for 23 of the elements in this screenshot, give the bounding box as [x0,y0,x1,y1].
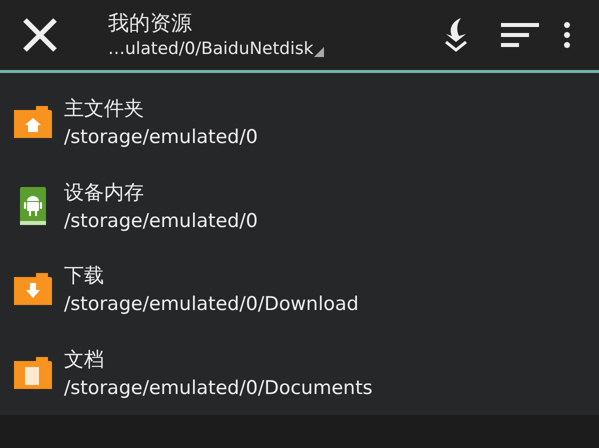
window-title: 我的资源 [108,10,193,37]
sort-icon [501,21,541,49]
location-item[interactable]: 设备内存 /storage/emulated/0 [0,164,599,248]
location-name: 文档 [64,346,105,374]
download-folder-icon [14,273,52,306]
location-item[interactable]: 主文件夹 /storage/emulated/0 [0,80,599,164]
location-path: /storage/emulated/0/Documents [64,376,373,402]
location-name: 设备内存 [64,178,145,206]
location-path: /storage/emulated/0/Download [64,292,359,318]
location-name: 主文件夹 [64,94,145,122]
document-folder-icon [14,357,52,390]
location-name: 下载 [64,262,105,290]
location-item[interactable]: 下载 /storage/emulated/0/Download [0,248,599,332]
path-dropdown[interactable]: …ulated/0/BaiduNetdisk [108,37,398,61]
location-path: /storage/emulated/0 [64,208,258,234]
double-chevron-icon [443,18,469,52]
android-storage-icon [20,186,46,225]
home-folder-icon [14,106,52,138]
more-vertical-icon [563,21,571,49]
dropdown-corner-icon [314,47,324,57]
close-icon [22,17,58,53]
location-item[interactable]: 文档 /storage/emulated/0/Documents [0,331,599,415]
location-path: /storage/emulated/0 [64,124,258,150]
